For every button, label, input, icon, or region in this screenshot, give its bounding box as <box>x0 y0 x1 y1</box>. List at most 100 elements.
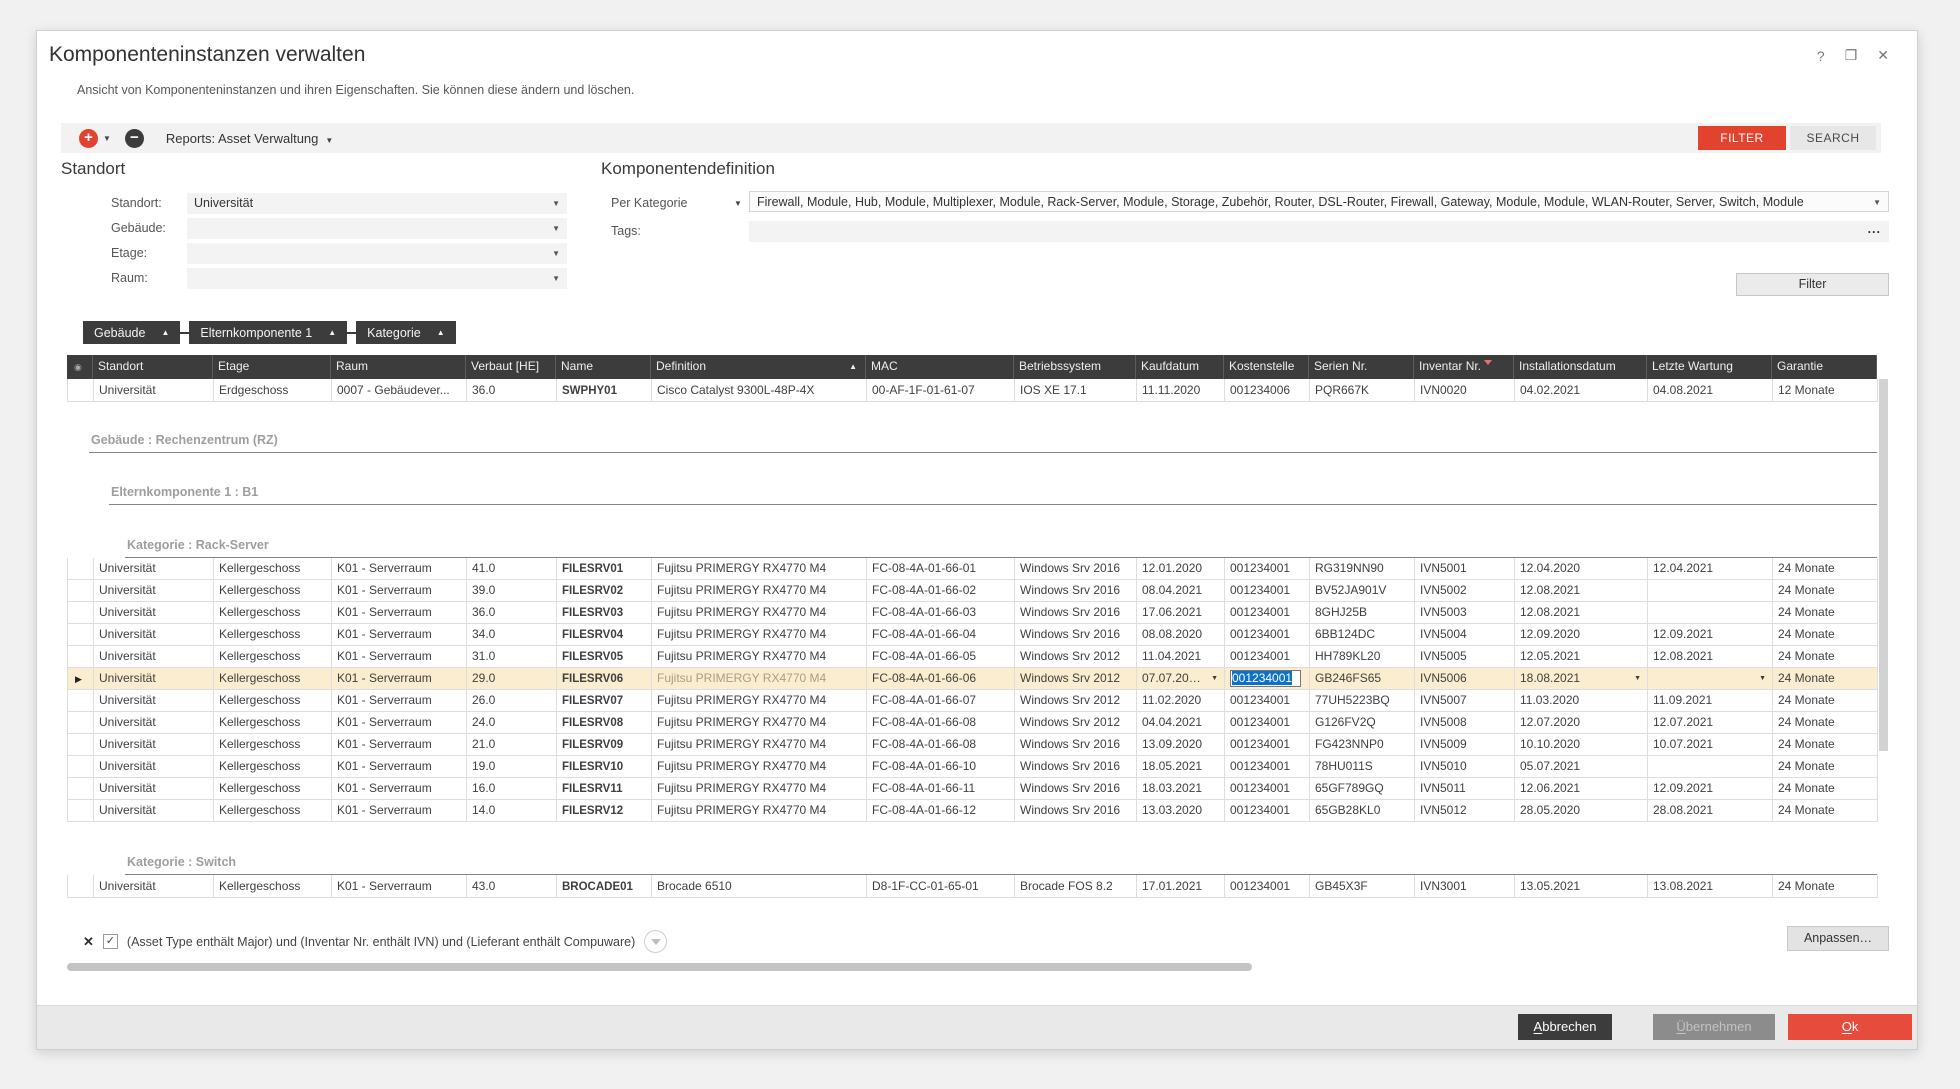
cell-mac[interactable]: FC-08-4A-01-66-10 <box>867 756 1015 778</box>
kategorie-list-field[interactable]: Firewall, Module, Hub, Module, Multiplex… <box>749 191 1889 212</box>
cell-garantie[interactable]: 24 Monate <box>1773 690 1878 712</box>
cell-inventar-nr[interactable]: IVN5003 <box>1415 602 1515 624</box>
per-kategorie-label[interactable]: Per Kategorie <box>611 193 687 214</box>
column-header-garantie[interactable]: Garantie <box>1772 355 1877 379</box>
vertical-scrollbar[interactable] <box>1879 379 1888 751</box>
cell-mac[interactable]: FC-08-4A-01-66-08 <box>867 712 1015 734</box>
cell-definition[interactable]: Fujitsu PRIMERGY RX4770 M4 <box>652 580 867 602</box>
cell-raum[interactable]: K01 - Serverraum <box>332 558 467 580</box>
cell-betriebssystem[interactable]: Brocade FOS 8.2 <box>1015 875 1137 898</box>
cell-name[interactable]: FILESRV04 <box>557 624 652 646</box>
cell-kaufdatum[interactable]: 11.11.2020 <box>1137 379 1225 402</box>
cell-inventar-nr[interactable]: IVN5008 <box>1415 712 1515 734</box>
cell-standort[interactable]: Universität <box>94 558 214 580</box>
dropdown-caret-icon[interactable]: ▼ <box>1211 668 1218 689</box>
cell-kostenstelle[interactable]: 001234001 <box>1225 624 1310 646</box>
group-header-elternkomponente-1-b1[interactable]: Elternkomponente 1 : B1 <box>109 478 1877 505</box>
table-row-filesrv04[interactable]: UniversitätKellergeschossK01 - Serverrau… <box>67 624 1877 646</box>
cell-kostenstelle[interactable]: 001234001 <box>1225 800 1310 822</box>
cell-letzte-wartung[interactable]: 12.08.2021 <box>1648 646 1773 668</box>
cell-letzte-wartung[interactable] <box>1648 580 1773 602</box>
cell-mac[interactable]: D8-1F-CC-01-65-01 <box>867 875 1015 898</box>
cell-raum[interactable]: K01 - Serverraum <box>332 624 467 646</box>
reports-dropdown[interactable]: Reports: Asset Verwaltung▼ <box>166 131 333 146</box>
cell-mac[interactable]: FC-08-4A-01-66-08 <box>867 734 1015 756</box>
cell-letzte-wartung[interactable]: 04.08.2021 <box>1648 379 1773 402</box>
cell-kaufdatum[interactable]: 11.04.2021 <box>1137 646 1225 668</box>
cell-installationsdatum[interactable]: 12.08.2021 <box>1515 580 1648 602</box>
table-row-filesrv08[interactable]: UniversitätKellergeschossK01 - Serverrau… <box>67 712 1877 734</box>
cell-etage[interactable]: Erdgeschoss <box>214 379 332 402</box>
cell-installationsdatum[interactable]: 05.07.2021 <box>1515 756 1648 778</box>
cell-inventar-nr[interactable]: IVN5006 <box>1415 668 1515 690</box>
cell-verbaut-he[interactable]: 34.0 <box>467 624 557 646</box>
per-kategorie-caret-icon[interactable]: ▼ <box>734 199 742 208</box>
filter-funnel-button[interactable] <box>644 930 667 953</box>
column-header-standort[interactable]: Standort <box>93 355 213 379</box>
cell-raum[interactable]: K01 - Serverraum <box>332 800 467 822</box>
cell-serien-nr[interactable]: GB246FS65 <box>1310 668 1415 690</box>
cell-mac[interactable]: FC-08-4A-01-66-05 <box>867 646 1015 668</box>
cell-betriebssystem[interactable]: Windows Srv 2016 <box>1015 624 1137 646</box>
cell-definition[interactable]: Fujitsu PRIMERGY RX4770 M4 <box>652 624 867 646</box>
cell-kostenstelle[interactable]: 001234001 <box>1225 580 1310 602</box>
cell-kostenstelle[interactable]: 001234001 <box>1225 668 1310 690</box>
cell-mac[interactable]: FC-08-4A-01-66-01 <box>867 558 1015 580</box>
cell-kostenstelle[interactable]: 001234001 <box>1225 558 1310 580</box>
cell-etage[interactable]: Kellergeschoss <box>214 734 332 756</box>
cell-kaufdatum[interactable]: 17.06.2021 <box>1137 602 1225 624</box>
cell-mac[interactable]: FC-08-4A-01-66-12 <box>867 800 1015 822</box>
cell-installationsdatum[interactable]: 12.08.2021 <box>1515 602 1648 624</box>
cell-raum[interactable]: K01 - Serverraum <box>332 778 467 800</box>
group-header-gebäude-rechenzentrum-rz[interactable]: Gebäude : Rechenzentrum (RZ) <box>89 426 1877 453</box>
cell-name[interactable]: FILESRV10 <box>557 756 652 778</box>
cell-definition[interactable]: Fujitsu PRIMERGY RX4770 M4 <box>652 800 867 822</box>
cell-raum[interactable]: K01 - Serverraum <box>332 668 467 690</box>
cell-betriebssystem[interactable]: Windows Srv 2012 <box>1015 712 1137 734</box>
cell-betriebssystem[interactable]: Windows Srv 2012 <box>1015 668 1137 690</box>
group-chip-kategorie[interactable]: Kategorie▲ <box>356 321 455 344</box>
cell-etage[interactable]: Kellergeschoss <box>214 558 332 580</box>
gebaeude-select[interactable]: ▼ <box>187 218 567 239</box>
cell-betriebssystem[interactable]: Windows Srv 2016 <box>1015 734 1137 756</box>
cell-inventar-nr[interactable]: IVN5011 <box>1415 778 1515 800</box>
filter-enabled-checkbox[interactable]: ✓ <box>103 934 118 949</box>
cell-inventar-nr[interactable]: IVN5002 <box>1415 580 1515 602</box>
cell-letzte-wartung[interactable]: 11.09.2021 <box>1648 690 1773 712</box>
cell-raum[interactable]: K01 - Serverraum <box>332 602 467 624</box>
cell-garantie[interactable]: 24 Monate <box>1773 875 1878 898</box>
column-header-verbaut-he[interactable]: Verbaut [HE] <box>466 355 556 379</box>
cell-etage[interactable]: Kellergeschoss <box>214 756 332 778</box>
cell-verbaut-he[interactable]: 24.0 <box>467 712 557 734</box>
cell-etage[interactable]: Kellergeschoss <box>214 712 332 734</box>
cell-kostenstelle[interactable]: 001234001 <box>1225 756 1310 778</box>
cell-garantie[interactable]: 24 Monate <box>1773 712 1878 734</box>
cell-definition[interactable]: Brocade 6510 <box>652 875 867 898</box>
column-header-mac[interactable]: MAC <box>866 355 1014 379</box>
cell-letzte-wartung[interactable]: 12.09.2021 <box>1648 624 1773 646</box>
cell-standort[interactable]: Universität <box>94 734 214 756</box>
cell-name[interactable]: SWPHY01 <box>557 379 652 402</box>
table-row-filesrv10[interactable]: UniversitätKellergeschossK01 - Serverrau… <box>67 756 1877 778</box>
cell-verbaut-he[interactable]: 31.0 <box>467 646 557 668</box>
cell-kaufdatum[interactable]: 13.09.2020 <box>1137 734 1225 756</box>
cell-serien-nr[interactable]: PQR667K <box>1310 379 1415 402</box>
cell-letzte-wartung[interactable]: 13.08.2021 <box>1648 875 1773 898</box>
cell-garantie[interactable]: 24 Monate <box>1773 756 1878 778</box>
cell-standort[interactable]: Universität <box>94 690 214 712</box>
cell-name[interactable]: FILESRV03 <box>557 602 652 624</box>
cell-installationsdatum[interactable]: 12.09.2020 <box>1515 624 1648 646</box>
restore-icon[interactable]: ❐ <box>1845 47 1858 64</box>
cell-kaufdatum[interactable]: 18.05.2021 <box>1137 756 1225 778</box>
table-row-filesrv06[interactable]: ▶UniversitätKellergeschossK01 - Serverra… <box>67 668 1877 690</box>
cell-etage[interactable]: Kellergeschoss <box>214 668 332 690</box>
filter-tab-button[interactable]: FILTER <box>1698 126 1786 150</box>
cell-inventar-nr[interactable]: IVN5001 <box>1415 558 1515 580</box>
cell-name[interactable]: FILESRV09 <box>557 734 652 756</box>
column-header-installationsdatum[interactable]: Installationsdatum <box>1514 355 1647 379</box>
cell-name[interactable]: FILESRV11 <box>557 778 652 800</box>
tags-field[interactable]: ... <box>749 221 1889 242</box>
cell-standort[interactable]: Universität <box>94 756 214 778</box>
inline-editor[interactable]: 001234001 <box>1230 670 1301 687</box>
column-header-serien-nr[interactable]: Serien Nr. <box>1309 355 1414 379</box>
